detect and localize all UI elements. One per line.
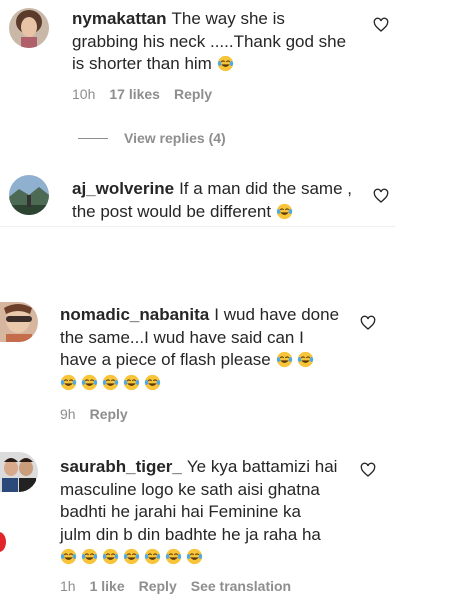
avatar[interactable] — [0, 302, 38, 342]
laughing-emoji-icon — [165, 548, 182, 565]
likes-count[interactable]: 17 likes — [109, 86, 160, 102]
comment-meta: 9h Reply — [60, 406, 128, 422]
comment-text: aj_wolverine If a man did the same , the … — [72, 179, 352, 221]
reply-button[interactable]: Reply — [139, 578, 177, 594]
laughing-emoji-icon — [102, 548, 119, 565]
avatar[interactable] — [9, 175, 49, 215]
comment-text: saurabh_tiger_ Ye kya battamizi hai mascu… — [60, 456, 365, 569]
laughing-emoji-icon — [144, 374, 161, 390]
laughing-emoji-icon — [186, 548, 203, 565]
avatar[interactable] — [9, 8, 49, 48]
emoji-row — [60, 373, 165, 392]
separator — [0, 226, 395, 227]
username[interactable]: nomadic_nabanita — [60, 305, 209, 324]
username[interactable]: aj_wolverine — [72, 179, 174, 198]
heart-icon[interactable] — [360, 315, 376, 331]
laughing-emoji-icon — [81, 548, 98, 565]
likes-count[interactable]: 1 like — [90, 578, 125, 594]
username[interactable]: saurabh_tiger_ — [60, 457, 182, 476]
comment-text: nomadic_nabanita I wud have done the same… — [60, 304, 365, 394]
heart-icon[interactable] — [360, 462, 376, 478]
laughing-emoji-icon — [60, 548, 77, 565]
heart-icon[interactable] — [373, 17, 389, 33]
laughing-emoji-icon — [144, 548, 161, 565]
timestamp: 1h — [60, 578, 76, 594]
view-replies-button[interactable]: View replies (4) — [78, 130, 226, 146]
laughing-emoji-icon — [297, 351, 313, 368]
timestamp: 9h — [60, 406, 76, 422]
reply-button[interactable]: Reply — [90, 406, 128, 422]
reply-button[interactable]: Reply — [174, 86, 212, 102]
emoji-row — [60, 547, 207, 566]
laughing-emoji-icon — [60, 374, 77, 390]
comment-meta: 10h 17 likes Reply — [72, 86, 212, 102]
laughing-emoji-icon — [123, 548, 140, 565]
comment-text: nymakattan The way she is grabbing his ne… — [72, 9, 347, 73]
comment-meta: 1h 1 like Reply See translation — [60, 578, 291, 594]
divider-line — [78, 137, 108, 139]
floating-button-edge[interactable] — [0, 532, 6, 552]
laughing-emoji-icon — [102, 374, 119, 390]
laughing-emoji-icon — [81, 374, 98, 390]
laughing-emoji-icon — [276, 203, 292, 219]
avatar[interactable] — [0, 452, 38, 492]
laughing-emoji-icon — [123, 374, 140, 390]
laughing-emoji-icon — [276, 351, 292, 368]
laughing-emoji-icon — [217, 55, 233, 72]
heart-icon[interactable] — [373, 188, 389, 204]
username[interactable]: nymakattan — [72, 9, 166, 28]
timestamp: 10h — [72, 86, 96, 102]
see-translation-button[interactable]: See translation — [191, 578, 291, 594]
